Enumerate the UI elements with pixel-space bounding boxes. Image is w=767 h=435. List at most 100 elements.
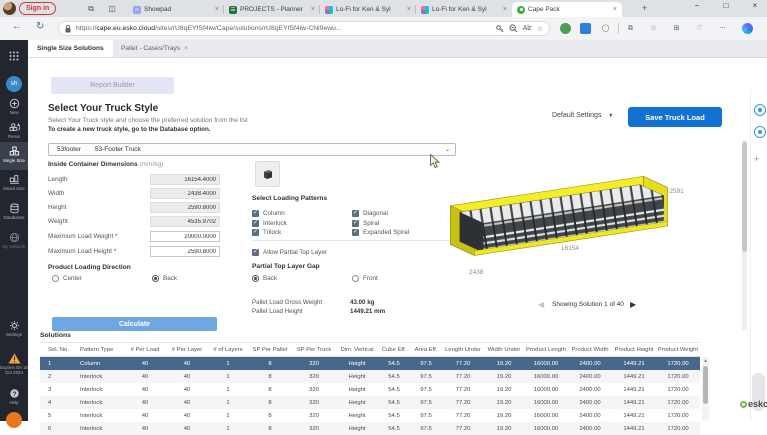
- password-key-icon[interactable]: [496, 25, 504, 33]
- column-header[interactable]: Area Eff.: [410, 343, 442, 357]
- pattern-checkbox-spiral[interactable]: ✓: [352, 220, 359, 227]
- view-box-button[interactable]: [255, 161, 280, 187]
- browser-tab[interactable]: ∞Showpad×: [128, 2, 224, 17]
- tab-close-icon[interactable]: ×: [215, 6, 219, 13]
- column-header[interactable]: Dim. Vertical: [336, 343, 378, 357]
- browser-profile-avatar[interactable]: [3, 2, 16, 15]
- new-tab-button[interactable]: +: [642, 3, 647, 13]
- esko-orange-logo[interactable]: [6, 412, 22, 428]
- tab-close-icon[interactable]: ×: [311, 6, 315, 13]
- partial-gap-radio-back[interactable]: [252, 275, 259, 282]
- truck-style-select[interactable]: 53footer 53-Footer Truck ⌄: [48, 143, 456, 156]
- sidebar-item-single-size[interactable]: Single Size: [0, 142, 28, 170]
- table-row[interactable]: 6Interlock404018320Height54.597.577.2019…: [40, 422, 700, 435]
- next-solution-button[interactable]: ▶: [630, 300, 636, 309]
- previous-solution-button[interactable]: ◀: [538, 300, 544, 309]
- column-header[interactable]: Pattern Type: [72, 343, 124, 357]
- split-screen-icon[interactable]: ⧉: [625, 23, 636, 34]
- table-row[interactable]: 5Interlock404018320Height54.597.577.2019…: [40, 409, 700, 422]
- column-header[interactable]: SP Per Truck: [292, 343, 336, 357]
- sidebar-item-rerun[interactable]: Rerun: [0, 122, 28, 139]
- zoom-in-plus-icon[interactable]: +: [754, 154, 759, 164]
- floating-widget-button[interactable]: [754, 126, 766, 138]
- column-header[interactable]: # Per Load: [124, 343, 166, 357]
- column-header[interactable]: SP Per Pallet: [248, 343, 292, 357]
- heightfield[interactable]: [150, 202, 220, 213]
- table-row[interactable]: 3Interlock404018320Height54.597.577.2019…: [40, 383, 700, 396]
- browser-essentials-icon[interactable]: ♡: [694, 23, 705, 34]
- table-row[interactable]: 4Interlock404018320Height54.597.577.2019…: [40, 396, 700, 409]
- page-scrollbar[interactable]: [742, 140, 747, 330]
- sidebar-item-settings[interactable]: Settings: [0, 320, 28, 337]
- allow-partial-top-layer-checkbox[interactable]: ✓: [252, 249, 259, 256]
- tab-single-size-solutions[interactable]: Single Size Solutions: [28, 40, 113, 57]
- column-header[interactable]: Product Height: [612, 343, 656, 357]
- table-scrollbar[interactable]: ▲: [702, 357, 709, 421]
- scroll-up-icon[interactable]: ▲: [702, 358, 709, 363]
- tab-close-icon[interactable]: ×: [503, 6, 507, 13]
- sidebar-item-new[interactable]: New: [0, 98, 28, 115]
- address-bar[interactable]: https://cape.eu.esko.cloud/sites/rU8qEYf…: [58, 21, 550, 36]
- maximum-load-weight-field[interactable]: [150, 231, 220, 242]
- favorite-star-icon[interactable]: ☆: [537, 25, 543, 33]
- chevron-down-icon[interactable]: ▼: [608, 113, 613, 119]
- browser-tab[interactable]: Lo-Fi for Ken & Syl×: [416, 2, 512, 17]
- pattern-checkbox-trilock[interactable]: ✓: [252, 229, 259, 236]
- close-window-button[interactable]: ×: [745, 1, 765, 10]
- table-row[interactable]: 2Interlock404018320Height54.597.577.2019…: [40, 370, 700, 383]
- refresh-button[interactable]: ↻: [36, 21, 44, 32]
- extension-c-icon[interactable]: ◯: [600, 23, 611, 34]
- collections-icon[interactable]: ⊞: [671, 23, 682, 34]
- sidebar-item-my-network[interactable]: My Network: [0, 232, 28, 249]
- pattern-checkbox-diagonal[interactable]: ✓: [352, 210, 359, 217]
- pattern-checkbox-interlock[interactable]: ✓: [252, 220, 259, 227]
- calculate-button[interactable]: Calculate: [52, 317, 217, 331]
- maximum-load-height-field[interactable]: [150, 246, 220, 257]
- tab-close-icon[interactable]: ×: [407, 6, 411, 13]
- weightfield[interactable]: [150, 216, 220, 227]
- sidebar-item-help[interactable]: ? Help: [0, 388, 28, 405]
- column-header[interactable]: Width Under: [484, 343, 524, 357]
- partial-gap-radio-front[interactable]: [352, 275, 359, 282]
- favorites-bar-icon[interactable]: ☆: [648, 23, 659, 34]
- tab-close-icon[interactable]: ×: [184, 45, 188, 52]
- column-header[interactable]: Product Width: [568, 343, 612, 357]
- column-header[interactable]: Sol. No.: [40, 343, 72, 357]
- table-row[interactable]: 1Column404018320Height54.597.577.2019.20…: [40, 357, 700, 371]
- app-launcher-icon[interactable]: [0, 51, 28, 62]
- column-header[interactable]: Product Length: [524, 343, 568, 357]
- page-scroll-thumb[interactable]: [742, 142, 747, 252]
- tab-actions-icon[interactable]: ◫: [106, 2, 118, 15]
- save-truck-load-button[interactable]: Save Truck Load: [628, 107, 722, 127]
- report-builder-button[interactable]: Report Builder: [51, 77, 174, 94]
- browser-tab[interactable]: Cape Pack×: [512, 2, 622, 17]
- avatar[interactable]: sh: [6, 76, 22, 92]
- loading-direction-radio-back[interactable]: [152, 275, 159, 282]
- loading-direction-radio-center[interactable]: [52, 275, 59, 282]
- column-header[interactable]: # Per Layer: [166, 343, 208, 357]
- browser-tab[interactable]: Lo-Fi for Ken & Syl×: [320, 2, 416, 17]
- pattern-checkbox-expanded-spiral[interactable]: ✓: [352, 229, 359, 236]
- truck-load-3d-view[interactable]: 2591 16154 2438: [432, 152, 708, 300]
- sign-in-badge[interactable]: Sign in: [19, 2, 56, 15]
- copilot-icon[interactable]: [742, 23, 753, 34]
- table-scroll-thumb[interactable]: [703, 366, 708, 404]
- widthfield[interactable]: [150, 188, 220, 199]
- pattern-checkbox-column[interactable]: ✓: [252, 210, 259, 217]
- extension-green-icon[interactable]: [560, 23, 571, 34]
- column-header[interactable]: Product Weight: [656, 343, 700, 357]
- sidebar-item-databases[interactable]: Databases: [0, 203, 28, 220]
- column-header[interactable]: Length Under: [442, 343, 484, 357]
- more-options-icon[interactable]: ⋯: [717, 23, 728, 34]
- zoom-out-icon[interactable]: [509, 24, 518, 33]
- column-header[interactable]: Cube Eff.: [378, 343, 410, 357]
- browser-tab[interactable]: ☰PROJECTS - Planner×: [224, 2, 320, 17]
- read-aloud-icon[interactable]: Aʫ: [523, 25, 532, 32]
- floating-widget-button[interactable]: [754, 104, 766, 116]
- screen-recorder-icon[interactable]: [580, 23, 591, 34]
- sidebar-item-mixed-size[interactable]: Mixed Size: [0, 174, 28, 191]
- workspaces-icon[interactable]: ⧉: [85, 2, 97, 15]
- column-header[interactable]: # of Layers: [208, 343, 248, 357]
- minimize-button[interactable]: −: [687, 1, 707, 10]
- tab-pallet-cases-trays[interactable]: Pallet - Cases/Trays ×: [112, 40, 197, 57]
